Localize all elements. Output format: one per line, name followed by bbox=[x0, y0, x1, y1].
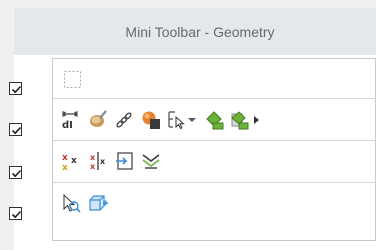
svg-text:x: x bbox=[90, 153, 96, 162]
empty-slot-icon[interactable] bbox=[63, 70, 83, 90]
toolbar-panel: dI x x x x x x bbox=[52, 58, 376, 241]
title-bar[interactable]: Mini Toolbar - Geometry bbox=[14, 8, 376, 55]
svg-text:x: x bbox=[62, 153, 68, 163]
insert-box-icon[interactable] bbox=[115, 151, 135, 171]
checkmark-icon bbox=[11, 126, 22, 135]
svg-text:dI: dI bbox=[62, 120, 73, 130]
cube-sphere-icon[interactable] bbox=[141, 110, 161, 130]
selection-filter-icon[interactable] bbox=[167, 110, 187, 130]
add-box-icon[interactable] bbox=[88, 193, 108, 213]
more-arrow-icon[interactable] bbox=[251, 110, 261, 130]
checkmark-icon bbox=[11, 169, 22, 178]
paint-bucket-icon[interactable] bbox=[204, 110, 224, 130]
svg-text:x: x bbox=[71, 156, 77, 166]
svg-text:x: x bbox=[90, 162, 96, 171]
checkmark-icon bbox=[11, 85, 22, 94]
row4-checkbox[interactable] bbox=[9, 207, 22, 220]
scale-x-icon[interactable]: x x x bbox=[61, 151, 81, 171]
row-divider bbox=[53, 182, 376, 183]
zoom-select-icon[interactable] bbox=[61, 193, 81, 213]
chain-link-icon[interactable] bbox=[114, 110, 134, 130]
row-divider bbox=[53, 98, 376, 99]
svg-text:x: x bbox=[62, 163, 68, 171]
svg-text:x: x bbox=[100, 157, 106, 166]
window-title: Mini Toolbar - Geometry bbox=[125, 23, 275, 40]
paint-bucket-alt-icon[interactable] bbox=[229, 110, 249, 130]
brush-icon[interactable] bbox=[88, 110, 108, 130]
row2-checkbox[interactable] bbox=[9, 123, 22, 136]
dropdown-arrow-icon[interactable] bbox=[186, 110, 198, 130]
spring-icon[interactable] bbox=[141, 151, 161, 171]
row1-checkbox[interactable] bbox=[9, 82, 22, 95]
row-divider bbox=[53, 140, 376, 141]
mirror-x-icon[interactable]: x x x bbox=[88, 151, 108, 171]
row3-checkbox[interactable] bbox=[9, 166, 22, 179]
checkmark-icon bbox=[11, 210, 22, 219]
dimension-icon[interactable]: dI bbox=[61, 110, 81, 130]
